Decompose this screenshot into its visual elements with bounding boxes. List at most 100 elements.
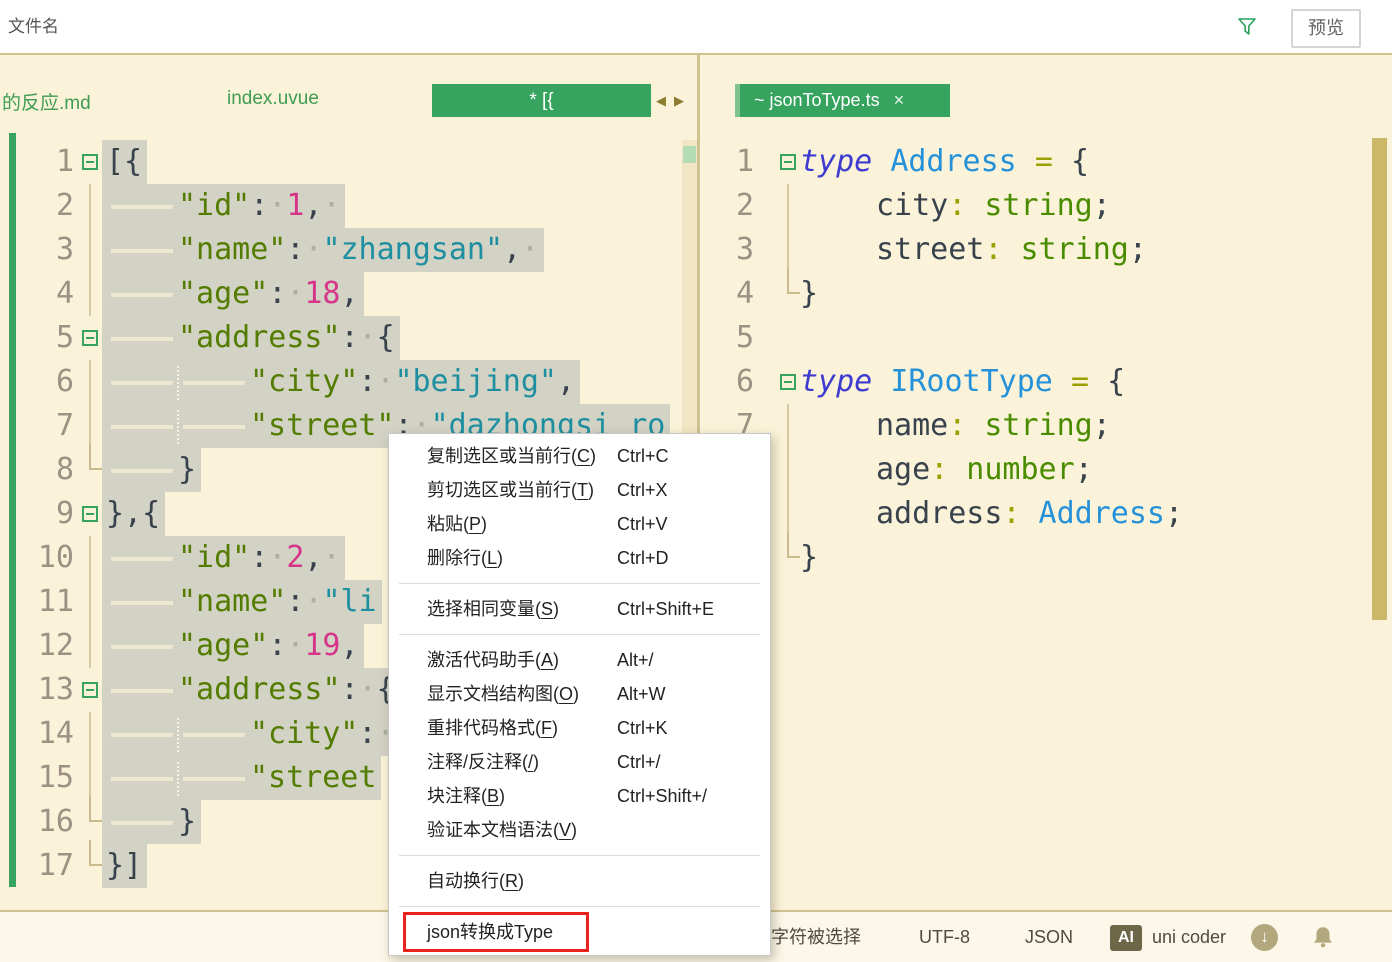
whitespace-dot: ·: [521, 228, 539, 272]
code-line-5[interactable]: 5: [700, 316, 1392, 360]
code-token: :: [984, 232, 1002, 267]
code-token: type: [800, 364, 890, 399]
code-line-3[interactable]: 3street: string;: [700, 228, 1392, 272]
selected-tab-indent-mark: [183, 381, 245, 385]
tab-scroll-right-icon[interactable]: ▶: [674, 91, 684, 111]
fold-toggle-icon[interactable]: [778, 140, 800, 184]
code-token: name: [876, 408, 948, 443]
code-text: [{: [106, 140, 147, 184]
menu-item-激活代码助手A[interactable]: 激活代码助手(A)Alt+/: [389, 643, 770, 677]
whitespace-dot: ·: [304, 580, 322, 624]
code-text: "address":·{: [106, 668, 400, 712]
code-token: ;: [1129, 232, 1147, 267]
ai-badge[interactable]: AI: [1110, 925, 1142, 951]
right-editor-scrollbar[interactable]: [1372, 138, 1387, 620]
code-line-2[interactable]: 2city: string;: [700, 184, 1392, 228]
code-text: street: string;: [800, 228, 1147, 272]
menu-item-json转换成Type[interactable]: json转换成Type: [389, 915, 770, 949]
selected-tab-indent-mark: [111, 293, 173, 297]
selection-highlight: "id":·2,·: [106, 536, 345, 580]
selected-tab-indent-mark: [183, 777, 245, 781]
fold-toggle-icon[interactable]: [778, 360, 800, 404]
selection-highlight: "street: [106, 756, 381, 800]
menu-item-删除行L[interactable]: 删除行(L)Ctrl+D: [389, 541, 770, 575]
encoding-status[interactable]: UTF-8: [919, 912, 970, 962]
tab-jsontotype-ts[interactable]: ~ jsonToType.ts×: [735, 84, 950, 117]
line-number: 6: [0, 360, 74, 404]
menu-item-shortcut: Ctrl+D: [617, 541, 669, 575]
code-line-10[interactable]: 10}: [700, 536, 1392, 580]
tab-scroll-left-icon[interactable]: ◀: [656, 91, 666, 111]
code-line-1[interactable]: 1[{: [0, 140, 698, 184]
code-token: "id": [178, 540, 250, 575]
download-icon[interactable]: ↓: [1251, 924, 1278, 951]
tab-1[interactable]: index.uvue: [227, 88, 319, 110]
menu-item-label: 剪切选区或当前行(T): [427, 480, 594, 500]
code-token: :: [286, 584, 304, 619]
menu-item-label: 复制选区或当前行(C): [427, 446, 596, 466]
tab-close-icon[interactable]: ×: [894, 90, 905, 110]
menu-item-验证本文档语法V[interactable]: 验证本文档语法(V): [389, 813, 770, 847]
menu-item-复制选区或当前行C[interactable]: 复制选区或当前行(C)Ctrl+C: [389, 439, 770, 473]
menu-item-显示文档结构图O[interactable]: 显示文档结构图(O)Alt+W: [389, 677, 770, 711]
code-text: }: [800, 272, 818, 316]
scrollbar-thumb[interactable]: [683, 146, 696, 163]
typescript-code-area[interactable]: 1type Address = {2city: string;3street: …: [700, 140, 1392, 910]
fold-toggle-icon[interactable]: [80, 492, 102, 536]
language-mode-status[interactable]: JSON: [1025, 912, 1073, 962]
code-line-7[interactable]: 7name: string;: [700, 404, 1392, 448]
code-line-8[interactable]: 8age: number;: [700, 448, 1392, 492]
selection-highlight: },{: [106, 492, 165, 536]
selection-highlight: "city":·: [106, 712, 399, 756]
menu-item-自动换行R[interactable]: 自动换行(R): [389, 864, 770, 898]
fold-toggle-icon[interactable]: [80, 668, 102, 712]
tab-current-unsaved[interactable]: * [{: [432, 84, 651, 117]
code-text: },{: [106, 492, 165, 536]
menu-item-剪切选区或当前行T[interactable]: 剪切选区或当前行(T)Ctrl+X: [389, 473, 770, 507]
code-text: "address":·{: [106, 316, 400, 360]
code-token: ;: [1093, 188, 1111, 223]
code-token: "age": [178, 628, 268, 663]
menu-item-块注释B[interactable]: 块注释(B)Ctrl+Shift+/: [389, 779, 770, 813]
line-number: 11: [0, 580, 74, 624]
ai-coder-label[interactable]: uni coder: [1152, 912, 1226, 962]
filename-filter-label: 文件名: [8, 0, 59, 53]
fold-toggle-icon[interactable]: [80, 316, 102, 360]
code-token: address: [876, 496, 1002, 531]
code-line-1[interactable]: 1type Address = {: [700, 140, 1392, 184]
code-line-2[interactable]: 2"id":·1,·: [0, 184, 698, 228]
code-text: "city":·"beijing",: [106, 360, 580, 404]
whitespace-dot: ·: [359, 668, 377, 712]
whitespace-dot: ·: [286, 272, 304, 316]
code-token: :: [1002, 496, 1020, 531]
notification-bell-icon[interactable]: [1310, 924, 1336, 950]
code-token: "city": [250, 364, 358, 399]
code-line-9[interactable]: 9address: Address;: [700, 492, 1392, 536]
line-number: 3: [0, 228, 74, 272]
fold-toggle-icon[interactable]: [80, 140, 102, 184]
fold-guide: [80, 536, 102, 580]
fold-guide: [80, 404, 102, 448]
code-line-6[interactable]: 6type IRootType = {: [700, 360, 1392, 404]
menu-item-注释/反注释/[interactable]: 注释/反注释(/)Ctrl+/: [389, 745, 770, 779]
code-token: :: [250, 540, 268, 575]
tab-0[interactable]: 的反应.md: [2, 88, 91, 115]
code-line-3[interactable]: 3"name":·"zhangsan",·: [0, 228, 698, 272]
code-line-5[interactable]: 5"address":·{: [0, 316, 698, 360]
menu-item-重排代码格式F[interactable]: 重排代码格式(F)Ctrl+K: [389, 711, 770, 745]
code-text: "id":·2,·: [106, 536, 345, 580]
indent-guide: [177, 718, 179, 752]
menu-separator: [399, 634, 760, 635]
code-line-4[interactable]: 4}: [700, 272, 1392, 316]
filter-funnel-icon[interactable]: [1236, 16, 1258, 38]
code-token: street: [876, 232, 984, 267]
code-token: "street": [250, 408, 395, 443]
menu-item-选择相同变量S[interactable]: 选择相同变量(S)Ctrl+Shift+E: [389, 592, 770, 626]
menu-item-shortcut: Ctrl+Shift+/: [617, 779, 707, 813]
code-token: "li: [322, 584, 376, 619]
code-token: :: [358, 364, 376, 399]
menu-item-粘贴P[interactable]: 粘贴(P)Ctrl+V: [389, 507, 770, 541]
code-line-4[interactable]: 4"age":·18,: [0, 272, 698, 316]
code-line-6[interactable]: 6 "city":·"beijing",: [0, 360, 698, 404]
preview-button[interactable]: 预览: [1291, 9, 1361, 48]
